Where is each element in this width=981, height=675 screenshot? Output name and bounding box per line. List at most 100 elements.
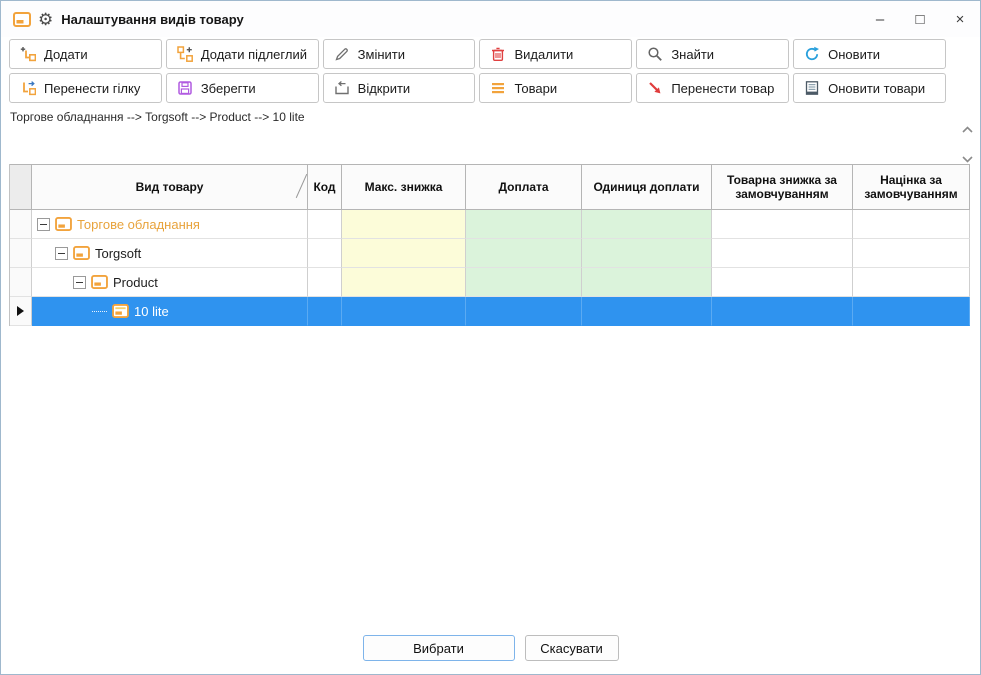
toolbar-row-2: Перенести гілку Зберегти Відкрити Товари… <box>1 71 980 105</box>
minimize-button[interactable]: – <box>860 1 900 37</box>
collapse-toggle-icon[interactable] <box>55 247 68 260</box>
maximize-button[interactable]: □ <box>900 1 940 37</box>
add-child-button[interactable]: Додати підлеглий <box>166 39 319 69</box>
gear-icon: ⚙ <box>38 11 53 28</box>
row-selector-cell <box>10 297 32 326</box>
titlebar: ⚙ Налаштування видів товару – □ × <box>1 1 980 37</box>
find-button[interactable]: Знайти <box>636 39 789 69</box>
add-button-label: Додати <box>44 47 88 62</box>
tree-row-torgsoft[interactable]: Torgsoft <box>10 239 969 268</box>
collapse-toggle-icon[interactable] <box>73 276 86 289</box>
column-header-tovarna-znyzhka[interactable]: Товарна знижка за замовчуванням <box>712 164 853 210</box>
cell-tovarna-znyzhka <box>712 239 853 268</box>
column-header-doplata[interactable]: Доплата <box>466 164 582 210</box>
products-button-label: Товари <box>514 81 557 96</box>
find-button-label: Знайти <box>671 47 714 62</box>
cell-kod <box>308 297 342 326</box>
update-products-icon <box>804 80 820 96</box>
delete-button[interactable]: Видалити <box>479 39 632 69</box>
products-list-icon <box>490 80 506 96</box>
cell-kod <box>308 239 342 268</box>
cell-max-znyzhka <box>342 268 466 297</box>
trash-icon <box>490 46 506 62</box>
tree-node-label: 10 lite <box>134 304 169 319</box>
collapse-toggle-icon[interactable] <box>37 218 50 231</box>
tree-row-product[interactable]: Product <box>10 268 969 297</box>
cell-natsinka <box>853 239 970 268</box>
row-selector-header <box>10 164 32 210</box>
sort-indicator-icon <box>296 174 307 198</box>
grid-header-row: Вид товару Код Макс. знижка Доплата Один… <box>10 164 969 210</box>
column-header-kod[interactable]: Код <box>308 164 342 210</box>
edit-button[interactable]: Змінити <box>323 39 476 69</box>
column-header-natsinka[interactable]: Націнка за замовчуванням <box>853 164 970 210</box>
open-icon <box>334 80 350 96</box>
column-header-odynytsia-doplaty[interactable]: Одиниця доплати <box>582 164 712 210</box>
delete-button-label: Видалити <box>514 47 573 62</box>
move-branch-button-label: Перенести гілку <box>44 81 140 96</box>
cell-max-znyzhka <box>342 210 466 239</box>
update-products-button-label: Оновити товари <box>828 81 925 96</box>
cell-kod <box>308 268 342 297</box>
save-button-label: Зберегти <box>201 81 256 96</box>
tree-node-label: Torgsoft <box>95 246 141 261</box>
select-button[interactable]: Вибрати <box>363 635 515 661</box>
cell-doplata <box>466 239 582 268</box>
cell-doplata <box>466 210 582 239</box>
product-types-grid: Вид товару Код Макс. знижка Доплата Один… <box>9 164 969 326</box>
cell-natsinka <box>853 297 970 326</box>
move-branch-icon <box>20 80 36 96</box>
folder-node-icon <box>91 275 108 289</box>
products-button[interactable]: Товари <box>479 73 632 103</box>
tree-row-torhove-obladnannia[interactable]: Торгове обладнання <box>10 210 969 239</box>
pencil-icon <box>334 46 350 62</box>
tree-connector-line <box>92 311 107 312</box>
add-child-node-icon <box>177 46 193 62</box>
cell-max-znyzhka <box>342 297 466 326</box>
folder-node-icon <box>55 217 72 231</box>
open-button-label: Відкрити <box>358 81 411 96</box>
move-product-button-label: Перенести товар <box>671 81 774 96</box>
move-product-icon <box>647 80 663 96</box>
tree-node-label: Торгове обладнання <box>77 217 200 232</box>
save-button[interactable]: Зберегти <box>166 73 319 103</box>
edit-button-label: Змінити <box>358 47 405 62</box>
cell-natsinka <box>853 268 970 297</box>
update-products-button[interactable]: Оновити товари <box>793 73 946 103</box>
refresh-icon <box>804 46 820 62</box>
open-button[interactable]: Відкрити <box>323 73 476 103</box>
toolbar-row-1: Додати Додати підлеглий Змінити Видалити… <box>1 37 980 71</box>
tree-row-10-lite[interactable]: 10 lite <box>10 297 969 326</box>
column-header-vid-tovaru[interactable]: Вид товару <box>32 164 308 210</box>
tree-node-label: Product <box>113 275 158 290</box>
tree-cell[interactable]: 10 lite <box>32 297 308 326</box>
tree-cell[interactable]: Торгове обладнання <box>32 210 308 239</box>
add-button[interactable]: Додати <box>9 39 162 69</box>
cell-odynytsia-doplaty <box>582 297 712 326</box>
move-branch-button[interactable]: Перенести гілку <box>9 73 162 103</box>
column-header-max-znyzhka[interactable]: Макс. знижка <box>342 164 466 210</box>
current-row-marker-icon <box>17 306 24 316</box>
refresh-button[interactable]: Оновити <box>793 39 946 69</box>
close-button[interactable]: × <box>940 1 980 37</box>
footer: Вибрати Скасувати <box>1 635 980 661</box>
cell-odynytsia-doplaty <box>582 268 712 297</box>
cancel-button[interactable]: Скасувати <box>525 635 619 661</box>
folder-node-icon <box>73 246 90 260</box>
cell-doplata <box>466 297 582 326</box>
column-header-label: Вид товару <box>136 180 204 194</box>
cell-max-znyzhka <box>342 239 466 268</box>
move-product-button[interactable]: Перенести товар <box>636 73 789 103</box>
add-child-button-label: Додати підлеглий <box>201 47 307 62</box>
window-title: Налаштування видів товару <box>61 12 243 27</box>
cell-odynytsia-doplaty <box>582 210 712 239</box>
save-icon <box>177 80 193 96</box>
add-node-icon <box>20 46 36 62</box>
row-selector-cell <box>10 239 32 268</box>
tree-cell[interactable]: Torgsoft <box>32 239 308 268</box>
tree-cell[interactable]: Product <box>32 268 308 297</box>
scroll-up-button[interactable] <box>960 122 975 137</box>
cell-natsinka <box>853 210 970 239</box>
refresh-button-label: Оновити <box>828 47 880 62</box>
row-selector-cell <box>10 268 32 297</box>
